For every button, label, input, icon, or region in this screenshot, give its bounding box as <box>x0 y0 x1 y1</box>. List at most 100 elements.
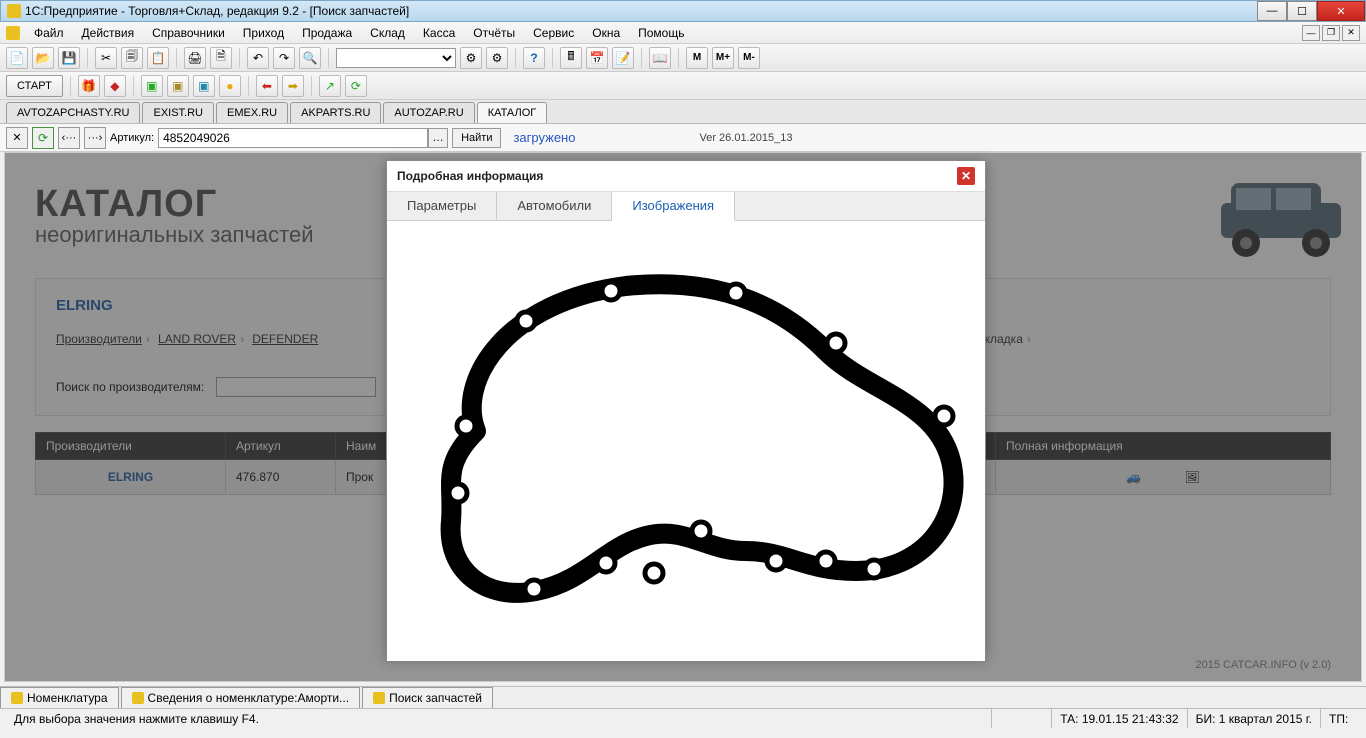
window-controls: — ☐ ✕ <box>1257 1 1365 21</box>
menu-help[interactable]: Помощь <box>630 24 692 42</box>
statusbar: Для выбора значения нажмите клавишу F4. … <box>0 708 1366 728</box>
article-input[interactable] <box>158 128 428 148</box>
btab-details[interactable]: Сведения о номенклатуре:Аморти... <box>121 687 361 708</box>
cell-article: 476.870 <box>226 460 336 495</box>
help-icon[interactable]: ? <box>523 47 545 69</box>
tool-a[interactable]: ⚙ <box>460 47 482 69</box>
picker-button[interactable]: … <box>428 128 448 148</box>
notes-icon[interactable]: 📝 <box>612 47 634 69</box>
clear-button[interactable]: ✕ <box>6 127 28 149</box>
mdi-minimize[interactable]: — <box>1302 25 1320 41</box>
mdi-restore[interactable]: ❐ <box>1322 25 1340 41</box>
tool-b[interactable]: ⚙ <box>486 47 508 69</box>
app-icon <box>7 4 21 18</box>
tab-avtozapchasty[interactable]: AVTOZAPCHASTY.RU <box>6 102 140 123</box>
reload-button[interactable]: ⟳ <box>32 127 54 149</box>
modal-tabs: Параметры Автомобили Изображения <box>387 192 985 221</box>
calc-icon[interactable]: 🖩 <box>560 47 582 69</box>
menu-sale[interactable]: Продажа <box>294 24 360 42</box>
bc-landrover[interactable]: LAND ROVER <box>158 332 236 346</box>
new-icon[interactable]: 📄 <box>6 47 28 69</box>
car-illustration <box>1211 163 1351 263</box>
menu-reports[interactable]: Отчёты <box>465 24 523 42</box>
th-article: Артикул <box>226 433 336 460</box>
book-icon[interactable]: 📖 <box>649 47 671 69</box>
btab-nomenclature[interactable]: Номенклатура <box>0 687 119 708</box>
tool1-icon[interactable]: ◆ <box>104 75 126 97</box>
undo-icon[interactable]: ↶ <box>247 47 269 69</box>
modal-title: Подробная информация <box>397 169 543 183</box>
arrow-right-icon[interactable]: ➡ <box>282 75 304 97</box>
back-button[interactable]: ‹··· <box>58 127 80 149</box>
m-minus-button[interactable]: M- <box>738 47 760 69</box>
tool3-icon[interactable]: ▣ <box>167 75 189 97</box>
cut-icon[interactable]: ✂ <box>95 47 117 69</box>
menu-windows[interactable]: Окна <box>584 24 628 42</box>
modal-tab-images[interactable]: Изображения <box>612 192 735 221</box>
filter-input[interactable] <box>216 377 376 397</box>
status-hint: Для выбора значения нажмите клавишу F4. <box>6 709 991 728</box>
find-button[interactable]: Найти <box>452 128 501 148</box>
gasket-image <box>406 261 966 621</box>
detail-modal: Подробная информация ✕ Параметры Автомоб… <box>386 160 986 658</box>
search-row: ✕ ⟳ ‹··· ···› Артикул: … Найти загружено… <box>0 124 1366 152</box>
tool4-icon[interactable]: ▣ <box>193 75 215 97</box>
menu-cashbox[interactable]: Касса <box>415 24 463 42</box>
mdi-close[interactable]: ✕ <box>1342 25 1360 41</box>
status-bi: БИ: 1 квартал 2015 г. <box>1187 709 1320 728</box>
window-title: 1С:Предприятие - Торговля+Склад, редакци… <box>25 4 1257 18</box>
article-label: Артикул: <box>110 132 154 144</box>
m-button[interactable]: M <box>686 47 708 69</box>
tab-exist[interactable]: EXIST.RU <box>142 102 214 123</box>
window-tabs: Номенклатура Сведения о номенклатуре:Амо… <box>0 686 1366 708</box>
window-titlebar: 1С:Предприятие - Торговля+Склад, редакци… <box>0 0 1366 22</box>
menu-service[interactable]: Сервис <box>525 24 582 42</box>
modal-close-button[interactable]: ✕ <box>957 167 975 185</box>
toolbar-combo[interactable] <box>336 48 456 68</box>
menu-income[interactable]: Приход <box>235 24 292 42</box>
calendar-icon[interactable]: 📅 <box>586 47 608 69</box>
export-icon[interactable]: ↗ <box>319 75 341 97</box>
catalog-footer: 2015 CATCAR.INFO (v 2.0) <box>1196 659 1332 671</box>
tab-akparts[interactable]: AKPARTS.RU <box>290 102 381 123</box>
preview-icon[interactable]: 🗎 <box>210 47 232 69</box>
toolbar-row-1: 📄 📂 💾 ✂ 🗐 📋 🖨 🗎 ↶ ↷ 🔍 ⚙ ⚙ ? 🖩 📅 📝 📖 M M+… <box>0 44 1366 72</box>
maximize-button[interactable]: ☐ <box>1287 1 1317 21</box>
start-button[interactable]: СТАРТ <box>6 75 63 97</box>
print-icon[interactable]: 🖨 <box>184 47 206 69</box>
tab-emex[interactable]: EMEX.RU <box>216 102 288 123</box>
tool2-icon[interactable]: ▣ <box>141 75 163 97</box>
close-button[interactable]: ✕ <box>1317 1 1365 21</box>
m-plus-button[interactable]: M+ <box>712 47 734 69</box>
th-fullinfo: Полная информация <box>996 433 1331 460</box>
arrow-left-icon[interactable]: ⬅ <box>256 75 278 97</box>
minimize-button[interactable]: — <box>1257 1 1287 21</box>
modal-tab-params[interactable]: Параметры <box>387 192 497 220</box>
copy-icon[interactable]: 🗐 <box>121 47 143 69</box>
find-icon[interactable]: 🔍 <box>299 47 321 69</box>
menu-actions[interactable]: Действия <box>74 24 143 42</box>
menu-file[interactable]: Файл <box>26 24 72 42</box>
redo-icon[interactable]: ↷ <box>273 47 295 69</box>
bc-manufacturers[interactable]: Производители <box>56 332 142 346</box>
refresh-icon[interactable]: ⟳ <box>345 75 367 97</box>
menu-references[interactable]: Справочники <box>144 24 233 42</box>
bc-defender[interactable]: DEFENDER <box>252 332 318 346</box>
tool5-icon[interactable]: ● <box>219 75 241 97</box>
tab-autozap[interactable]: AUTOZAP.RU <box>383 102 474 123</box>
photo-icon[interactable]: 🖼 <box>1185 470 1200 484</box>
paste-icon[interactable]: 📋 <box>147 47 169 69</box>
save-icon[interactable]: 💾 <box>58 47 80 69</box>
gift-icon[interactable]: 🎁 <box>78 75 100 97</box>
doc-icon <box>373 692 385 704</box>
version-label: Ver 26.01.2015_13 <box>699 132 792 144</box>
tab-catalog[interactable]: КАТАЛОГ <box>477 102 548 123</box>
menu-warehouse[interactable]: Склад <box>362 24 413 42</box>
open-icon[interactable]: 📂 <box>32 47 54 69</box>
modal-tab-cars[interactable]: Автомобили <box>497 192 612 220</box>
forward-button[interactable]: ···› <box>84 127 106 149</box>
site-tabstrip: AVTOZAPCHASTY.RU EXIST.RU EMEX.RU AKPART… <box>0 100 1366 124</box>
status-ta: ТА: 19.01.15 21:43:32 <box>1051 709 1186 728</box>
btab-search[interactable]: Поиск запчастей <box>362 687 493 708</box>
car-small-icon[interactable]: 🚙 <box>1126 470 1141 484</box>
